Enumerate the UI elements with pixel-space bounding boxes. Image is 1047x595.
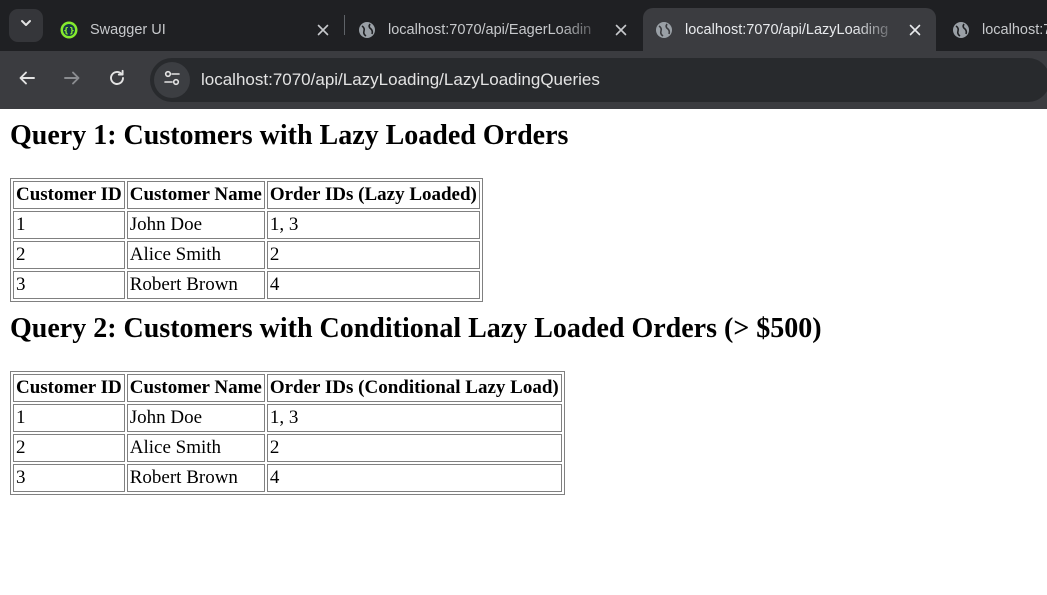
tab-lazy-loading[interactable]: localhost:7070/api/LazyLoading bbox=[643, 8, 936, 51]
arrow-left-icon bbox=[18, 69, 36, 92]
table-cell: 1 bbox=[13, 404, 125, 432]
forward-button[interactable] bbox=[57, 65, 87, 95]
reload-button[interactable] bbox=[102, 65, 132, 95]
tab-separator bbox=[344, 15, 345, 35]
globe-icon bbox=[952, 21, 970, 39]
table-cell: 2 bbox=[13, 241, 125, 269]
column-header: Customer Name bbox=[126, 374, 265, 402]
table-row: 1 John Doe 1, 3 bbox=[13, 404, 562, 432]
column-header: Order IDs (Lazy Loaded) bbox=[266, 181, 480, 209]
table-row: 3 Robert Brown 4 bbox=[13, 271, 480, 299]
column-header: Customer Name bbox=[126, 181, 265, 209]
close-icon[interactable] bbox=[902, 17, 928, 43]
query2-table: Customer ID Customer Name Order IDs (Con… bbox=[10, 371, 565, 495]
tab-title: localhost:7070/api/LazyLoading bbox=[685, 21, 889, 38]
page-content: Query 1: Customers with Lazy Loaded Orde… bbox=[0, 109, 1047, 595]
table-cell: 1, 3 bbox=[266, 211, 480, 239]
close-icon[interactable] bbox=[310, 17, 336, 43]
table-header-row: Customer ID Customer Name Order IDs (Con… bbox=[13, 374, 562, 402]
svg-text:{}: {} bbox=[63, 26, 74, 35]
table-cell: Robert Brown bbox=[126, 464, 265, 492]
back-button[interactable] bbox=[12, 65, 42, 95]
url-text[interactable]: localhost:7070/api/LazyLoading/LazyLoadi… bbox=[201, 70, 600, 90]
table-cell: 4 bbox=[266, 271, 480, 299]
table-cell: Robert Brown bbox=[126, 271, 265, 299]
table-row: 2 Alice Smith 2 bbox=[13, 434, 562, 462]
tab-title: localhost:7070/api/EagerLoadin bbox=[388, 21, 592, 38]
table-row: 3 Robert Brown 4 bbox=[13, 464, 562, 492]
table-cell: 1 bbox=[13, 211, 125, 239]
table-cell: 4 bbox=[266, 464, 562, 492]
tab-title: Swagger UI bbox=[90, 21, 166, 38]
browser-toolbar: localhost:7070/api/LazyLoading/LazyLoadi… bbox=[0, 51, 1047, 109]
table-cell: 3 bbox=[13, 464, 125, 492]
tab-localhost[interactable]: localhost:7 bbox=[940, 8, 1047, 51]
column-header: Customer ID bbox=[13, 181, 125, 209]
table-cell: 3 bbox=[13, 271, 125, 299]
column-header: Order IDs (Conditional Lazy Load) bbox=[266, 374, 562, 402]
table-cell: John Doe bbox=[126, 211, 265, 239]
table-cell: 2 bbox=[13, 434, 125, 462]
globe-icon bbox=[358, 21, 376, 39]
query1-title: Query 1: Customers with Lazy Loaded Orde… bbox=[10, 120, 569, 151]
query2-title: Query 2: Customers with Conditional Lazy… bbox=[10, 313, 822, 344]
table-cell: 2 bbox=[266, 434, 562, 462]
close-icon[interactable] bbox=[608, 17, 634, 43]
tab-search-button[interactable] bbox=[9, 9, 43, 42]
site-info-button[interactable] bbox=[154, 62, 190, 98]
table-cell: John Doe bbox=[126, 404, 265, 432]
table-cell: Alice Smith bbox=[126, 434, 265, 462]
table-cell: Alice Smith bbox=[126, 241, 265, 269]
globe-icon bbox=[655, 21, 673, 39]
tab-strip: {} Swagger UI localhost:7070/api/EagerLo… bbox=[0, 0, 1047, 51]
table-header-row: Customer ID Customer Name Order IDs (Laz… bbox=[13, 181, 480, 209]
reload-icon bbox=[108, 69, 126, 92]
query1-table: Customer ID Customer Name Order IDs (Laz… bbox=[10, 178, 483, 302]
table-row: 1 John Doe 1, 3 bbox=[13, 211, 480, 239]
table-cell: 1, 3 bbox=[266, 404, 562, 432]
tune-icon bbox=[163, 69, 181, 92]
column-header: Customer ID bbox=[13, 374, 125, 402]
chevron-down-icon bbox=[19, 16, 33, 35]
table-row: 2 Alice Smith 2 bbox=[13, 241, 480, 269]
table-cell: 2 bbox=[266, 241, 480, 269]
swagger-icon: {} bbox=[60, 21, 78, 39]
tab-title: localhost:7 bbox=[982, 21, 1047, 38]
address-bar[interactable]: localhost:7070/api/LazyLoading/LazyLoadi… bbox=[150, 58, 1047, 102]
tab-eager-loading[interactable]: localhost:7070/api/EagerLoadin bbox=[346, 8, 642, 51]
tab-swagger-ui[interactable]: {} Swagger UI bbox=[48, 8, 344, 51]
arrow-right-icon bbox=[63, 69, 81, 92]
